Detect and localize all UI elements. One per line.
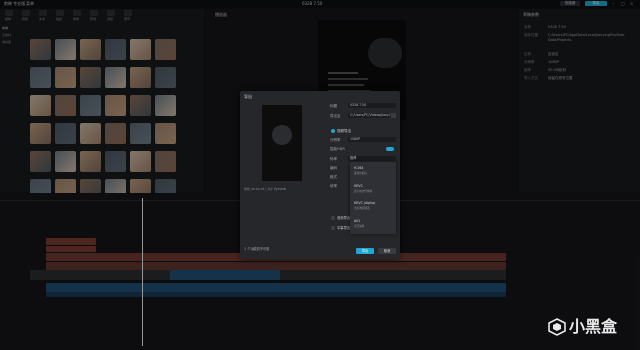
video-section-title: 视频导出 [337, 129, 351, 133]
folder-icon[interactable] [391, 113, 396, 118]
option-label: 格式 [330, 175, 337, 179]
watermark-text: 小黑盒 [569, 317, 618, 336]
option-label: 帧率 [330, 184, 337, 188]
video-export-checkbox[interactable] [331, 129, 335, 133]
dropdown-option-sub: 更小的文件体积 [354, 190, 373, 193]
path-label: 导出至 [330, 114, 341, 118]
audio-export-checkbox[interactable] [331, 216, 335, 220]
export-preview [262, 105, 302, 181]
option-label: 分辨率 [330, 138, 341, 142]
path-field[interactable]: C:/Users/PC/Videos/JianyingPro [348, 113, 390, 118]
cancel-button[interactable]: 取消 [378, 248, 396, 254]
name-label: 标题 [330, 104, 337, 108]
heybox-logo-icon [548, 318, 566, 336]
dropdown-option-sub: 兼容性最好 [354, 172, 367, 175]
audio-section-title: 音频导出 [337, 216, 351, 220]
caption-export-checkbox[interactable] [331, 226, 335, 230]
footer-hint: 1 个功能暂不可用 [244, 247, 270, 251]
option-label: 码率 [330, 157, 337, 161]
dropdown-option-sub: 支持透明通道 [354, 207, 370, 210]
option-select[interactable]: 推荐 [348, 156, 396, 161]
preview-avatar [272, 125, 292, 145]
smart-hdr-toggle[interactable] [386, 147, 394, 151]
preview-caption: 时长 00:00:35 | 大小 约35MB [244, 187, 286, 191]
option-label: 编码 [330, 166, 337, 170]
dropdown-option-sub: 高压缩率 [354, 225, 365, 228]
name-field[interactable]: 0328 7.50 [348, 103, 396, 108]
caption-section-title: 字幕导出 [337, 226, 351, 230]
option-select[interactable]: 1080P [348, 137, 396, 142]
smart-hdr-label: 智能HDR [330, 147, 345, 151]
export-button[interactable]: 导出 [356, 248, 374, 254]
dialog-title: 导出 [244, 94, 252, 99]
